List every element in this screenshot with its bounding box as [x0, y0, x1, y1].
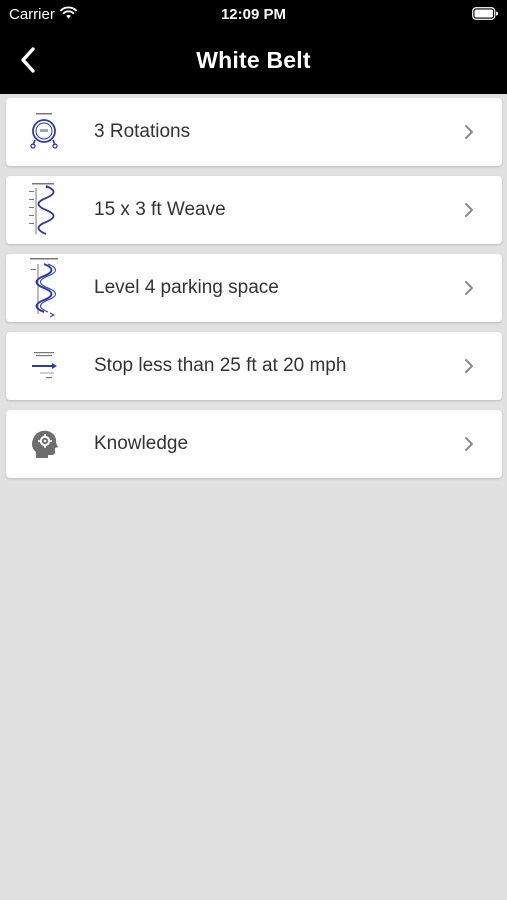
list-item-label: Level 4 parking space — [94, 277, 279, 298]
navigation-bar: White Belt — [0, 30, 507, 94]
battery-icon — [472, 7, 498, 20]
list-item-stop-distance[interactable]: Stop less than 25 ft at 20 mph — [6, 332, 502, 400]
stop-distance-diagram-icon — [26, 338, 62, 394]
list-item-knowledge[interactable]: Knowledge — [6, 410, 502, 478]
status-bar: Carrier 12:09 PM — [0, 0, 507, 30]
status-time: 12:09 PM — [220, 6, 287, 23]
list-item-weave[interactable]: 15 x 3 ft Weave — [6, 176, 502, 244]
chevron-right-icon — [465, 437, 473, 451]
weave-diagram-icon — [26, 182, 62, 238]
belt-tasks-list: 3 Rotations 15 x 3 ft Weave Level 4 park… — [6, 98, 502, 488]
list-item-parking-space[interactable]: Level 4 parking space — [6, 254, 502, 322]
chevron-right-icon — [465, 359, 473, 373]
chevron-right-icon — [465, 203, 473, 217]
list-item-label: 15 x 3 ft Weave — [94, 199, 226, 220]
list-item-label: Stop less than 25 ft at 20 mph — [94, 355, 347, 376]
rotations-diagram-icon — [26, 104, 62, 160]
list-item-label: 3 Rotations — [94, 121, 191, 142]
parking-space-diagram-icon — [26, 258, 62, 318]
head-gear-icon — [26, 416, 62, 472]
chevron-right-icon — [465, 281, 473, 295]
list-item-3-rotations[interactable]: 3 Rotations — [6, 98, 502, 166]
chevron-right-icon — [465, 125, 473, 139]
list-item-label: Knowledge — [94, 433, 189, 454]
page-title: White Belt — [196, 47, 311, 73]
